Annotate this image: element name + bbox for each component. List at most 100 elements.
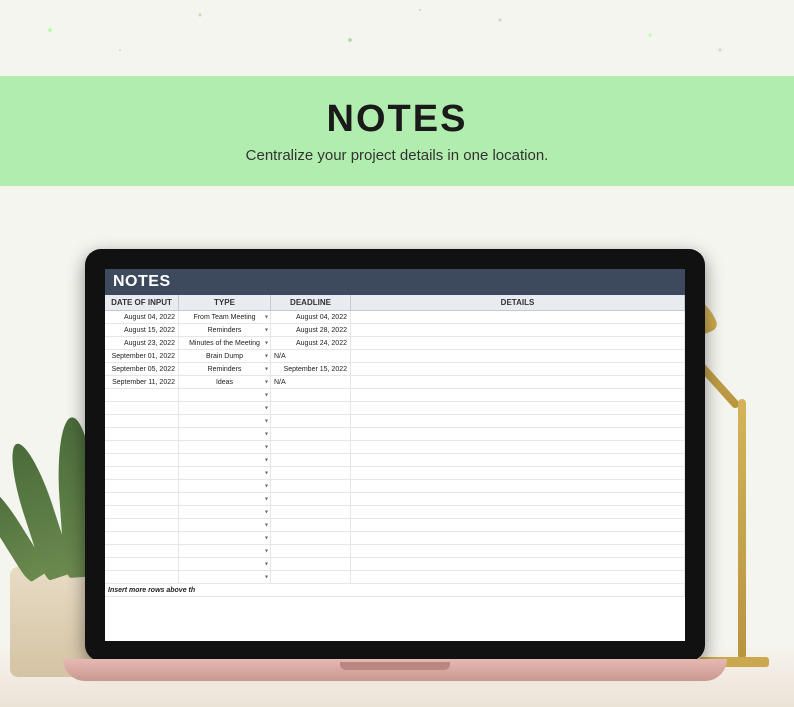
cell-date[interactable] <box>105 558 179 570</box>
cell-type-dropdown[interactable]: Reminders▾ <box>179 324 271 336</box>
cell-deadline[interactable] <box>271 402 351 414</box>
cell-deadline[interactable]: August 28, 2022 <box>271 324 351 336</box>
cell-date[interactable] <box>105 467 179 479</box>
table-row[interactable]: ▾ <box>105 402 685 415</box>
cell-date[interactable] <box>105 532 179 544</box>
cell-details[interactable] <box>351 571 685 583</box>
cell-type-dropdown[interactable]: ▾ <box>179 519 271 531</box>
cell-date[interactable] <box>105 415 179 427</box>
table-row[interactable]: ▾ <box>105 571 685 584</box>
cell-deadline[interactable]: August 24, 2022 <box>271 337 351 349</box>
cell-deadline[interactable] <box>271 532 351 544</box>
column-header-details[interactable]: DETAILS <box>351 295 685 310</box>
cell-deadline[interactable]: September 15, 2022 <box>271 363 351 375</box>
cell-deadline[interactable] <box>271 571 351 583</box>
cell-date[interactable] <box>105 428 179 440</box>
table-row[interactable]: ▾ <box>105 519 685 532</box>
cell-deadline[interactable] <box>271 389 351 401</box>
table-row[interactable]: ▾ <box>105 558 685 571</box>
cell-type-dropdown[interactable]: From Team Meeting▾ <box>179 311 271 323</box>
cell-details[interactable] <box>351 480 685 492</box>
cell-type-dropdown[interactable]: Minutes of the Meeting▾ <box>179 337 271 349</box>
cell-date[interactable]: August 15, 2022 <box>105 324 179 336</box>
table-row[interactable]: September 05, 2022Reminders▾September 15… <box>105 363 685 376</box>
table-row[interactable]: September 01, 2022Brain Dump▾N/A <box>105 350 685 363</box>
cell-deadline[interactable] <box>271 519 351 531</box>
table-row[interactable]: ▾ <box>105 428 685 441</box>
cell-type-dropdown[interactable]: ▾ <box>179 402 271 414</box>
cell-date[interactable] <box>105 402 179 414</box>
cell-details[interactable] <box>351 441 685 453</box>
cell-date[interactable] <box>105 506 179 518</box>
cell-details[interactable] <box>351 532 685 544</box>
table-row[interactable]: ▾ <box>105 415 685 428</box>
cell-type-dropdown[interactable]: ▾ <box>179 480 271 492</box>
cell-type-dropdown[interactable]: ▾ <box>179 506 271 518</box>
cell-type-dropdown[interactable]: ▾ <box>179 415 271 427</box>
cell-date[interactable] <box>105 389 179 401</box>
cell-details[interactable] <box>351 493 685 505</box>
table-row[interactable]: September 11, 2022Ideas▾N/A <box>105 376 685 389</box>
cell-details[interactable] <box>351 363 685 375</box>
cell-details[interactable] <box>351 428 685 440</box>
cell-details[interactable] <box>351 467 685 479</box>
cell-deadline[interactable] <box>271 506 351 518</box>
cell-date[interactable]: August 23, 2022 <box>105 337 179 349</box>
cell-deadline[interactable] <box>271 545 351 557</box>
column-header-date[interactable]: DATE OF INPUT <box>105 295 179 310</box>
cell-deadline[interactable] <box>271 441 351 453</box>
cell-type-dropdown[interactable]: ▾ <box>179 389 271 401</box>
cell-type-dropdown[interactable]: ▾ <box>179 532 271 544</box>
cell-date[interactable] <box>105 545 179 557</box>
table-row[interactable]: ▾ <box>105 493 685 506</box>
cell-deadline[interactable] <box>271 428 351 440</box>
table-row[interactable]: August 23, 2022Minutes of the Meeting▾Au… <box>105 337 685 350</box>
cell-details[interactable] <box>351 545 685 557</box>
cell-date[interactable]: September 05, 2022 <box>105 363 179 375</box>
cell-date[interactable]: September 11, 2022 <box>105 376 179 388</box>
table-row[interactable]: ▾ <box>105 454 685 467</box>
cell-type-dropdown[interactable]: ▾ <box>179 454 271 466</box>
table-row[interactable]: ▾ <box>105 532 685 545</box>
cell-details[interactable] <box>351 558 685 570</box>
table-row[interactable]: ▾ <box>105 467 685 480</box>
cell-date[interactable] <box>105 493 179 505</box>
table-row[interactable]: August 04, 2022From Team Meeting▾August … <box>105 311 685 324</box>
cell-type-dropdown[interactable]: Ideas▾ <box>179 376 271 388</box>
table-row[interactable]: August 15, 2022Reminders▾August 28, 2022 <box>105 324 685 337</box>
table-row[interactable]: ▾ <box>105 545 685 558</box>
cell-deadline[interactable] <box>271 493 351 505</box>
cell-details[interactable] <box>351 506 685 518</box>
cell-type-dropdown[interactable]: ▾ <box>179 571 271 583</box>
table-row[interactable]: ▾ <box>105 441 685 454</box>
cell-details[interactable] <box>351 415 685 427</box>
cell-details[interactable] <box>351 454 685 466</box>
cell-details[interactable] <box>351 519 685 531</box>
cell-details[interactable] <box>351 376 685 388</box>
cell-type-dropdown[interactable]: ▾ <box>179 467 271 479</box>
column-header-deadline[interactable]: DEADLINE <box>271 295 351 310</box>
cell-type-dropdown[interactable]: ▾ <box>179 493 271 505</box>
cell-details[interactable] <box>351 389 685 401</box>
cell-type-dropdown[interactable]: Brain Dump▾ <box>179 350 271 362</box>
cell-type-dropdown[interactable]: ▾ <box>179 441 271 453</box>
cell-details[interactable] <box>351 402 685 414</box>
cell-date[interactable]: September 01, 2022 <box>105 350 179 362</box>
table-row[interactable]: ▾ <box>105 506 685 519</box>
cell-details[interactable] <box>351 350 685 362</box>
cell-date[interactable] <box>105 571 179 583</box>
cell-deadline[interactable] <box>271 558 351 570</box>
cell-deadline[interactable]: N/A <box>271 376 351 388</box>
cell-deadline[interactable] <box>271 467 351 479</box>
cell-date[interactable] <box>105 480 179 492</box>
cell-details[interactable] <box>351 337 685 349</box>
cell-date[interactable]: August 04, 2022 <box>105 311 179 323</box>
cell-date[interactable] <box>105 454 179 466</box>
cell-deadline[interactable]: August 04, 2022 <box>271 311 351 323</box>
cell-type-dropdown[interactable]: ▾ <box>179 558 271 570</box>
column-header-type[interactable]: TYPE <box>179 295 271 310</box>
cell-date[interactable] <box>105 519 179 531</box>
cell-deadline[interactable]: N/A <box>271 350 351 362</box>
cell-type-dropdown[interactable]: ▾ <box>179 428 271 440</box>
cell-type-dropdown[interactable]: Reminders▾ <box>179 363 271 375</box>
